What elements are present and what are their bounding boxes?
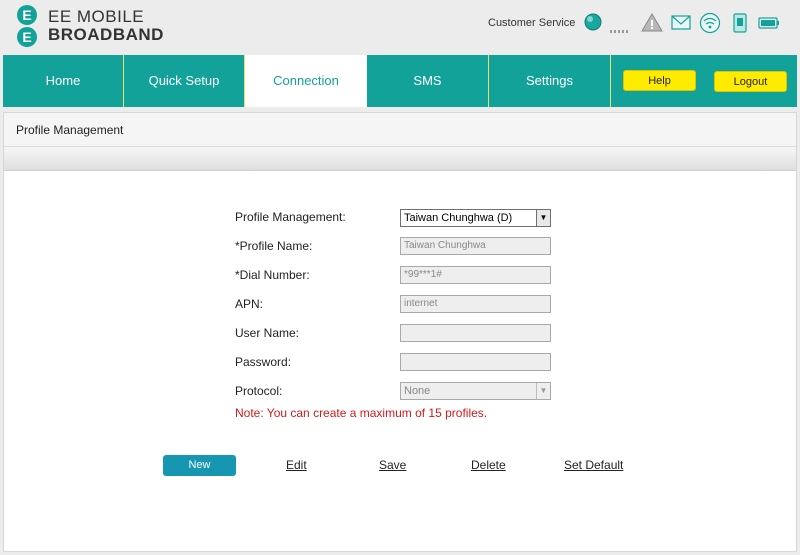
profile-limit-note: Note: You can create a maximum of 15 pro… (235, 406, 488, 420)
edit-link[interactable]: Edit (286, 458, 307, 472)
main-nav: Home Quick Setup Connection SMS Settings… (3, 55, 797, 107)
brand-line1: EE MOBILE (48, 7, 145, 26)
header: E E EE MOBILE BROADBAND Customer Service (0, 0, 800, 52)
battery-icon[interactable] (758, 12, 780, 34)
profile-management-value: Taiwan Chunghwa (D) (404, 212, 513, 224)
profile-name-label: *Profile Name: (235, 239, 313, 253)
svg-text:E: E (22, 29, 31, 45)
connection-status-icon[interactable] (582, 12, 604, 34)
new-button[interactable]: New (163, 455, 236, 476)
set-default-link[interactable]: Set Default (564, 458, 623, 472)
tab-connection[interactable]: Connection (245, 55, 367, 107)
profile-name-field[interactable]: Taiwan Chunghwa (400, 237, 551, 255)
message-icon[interactable] (670, 12, 692, 34)
dial-number-label: *Dial Number: (235, 268, 310, 282)
page-title: Profile Management (4, 113, 796, 147)
password-field[interactable] (400, 353, 551, 371)
apn-field[interactable]: internet (400, 295, 551, 313)
signal-strength-icon[interactable] (610, 18, 632, 40)
chevron-down-icon: ▼ (536, 383, 550, 399)
brand-line2: BROADBAND (48, 25, 164, 44)
wifi-icon[interactable] (699, 12, 721, 34)
profile-management-select[interactable]: Taiwan Chunghwa (D) ▼ (400, 209, 551, 227)
content-panel: Profile Management Profile Management: T… (3, 112, 797, 552)
delete-link[interactable]: Delete (471, 458, 506, 472)
chevron-down-icon: ▼ (536, 210, 550, 226)
ee-logo[interactable]: E E EE MOBILE BROADBAND (12, 4, 172, 48)
protocol-label: Protocol: (235, 384, 283, 398)
tab-settings[interactable]: Settings (489, 55, 611, 107)
user-name-label: User Name: (235, 326, 300, 340)
save-link[interactable]: Save (379, 458, 406, 472)
logout-button[interactable]: Logout (714, 71, 787, 92)
sim-icon[interactable] (729, 12, 751, 34)
svg-text:E: E (22, 7, 31, 23)
warning-icon[interactable] (641, 12, 663, 34)
brand-name: EE MOBILE BROADBAND (48, 8, 164, 44)
protocol-value: None (404, 385, 431, 397)
help-button[interactable]: Help (623, 70, 696, 91)
apn-label: APN: (235, 297, 264, 311)
customer-service-link[interactable]: Customer Service (488, 17, 575, 29)
user-name-field[interactable] (400, 324, 551, 342)
protocol-select[interactable]: None ▼ (400, 382, 551, 400)
dial-number-field[interactable]: *99***1# (400, 266, 551, 284)
tab-sms[interactable]: SMS (367, 55, 489, 107)
panel-divider-bar (4, 147, 796, 171)
ee-logo-mark: E E (17, 5, 37, 47)
password-label: Password: (235, 355, 292, 369)
tab-home[interactable]: Home (3, 55, 124, 107)
profile-management-label: Profile Management: (235, 210, 346, 224)
tab-quick-setup[interactable]: Quick Setup (124, 55, 245, 107)
